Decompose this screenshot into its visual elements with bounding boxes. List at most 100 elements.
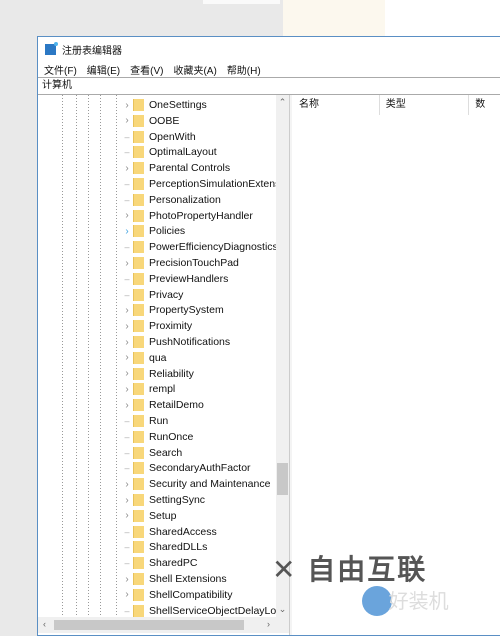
- expand-chevron-icon[interactable]: ›: [121, 352, 133, 363]
- tree-item[interactable]: › Shell Extensions: [121, 571, 227, 587]
- tree-connector: –: [124, 131, 130, 142]
- tree-item[interactable]: – SharedPC: [121, 555, 197, 571]
- tree-connector: –: [124, 447, 130, 458]
- tree-item[interactable]: › Parental Controls: [121, 160, 230, 176]
- expand-chevron-icon[interactable]: ›: [121, 479, 133, 490]
- column-name[interactable]: 名称: [293, 95, 380, 115]
- expand-chevron-icon[interactable]: ›: [121, 210, 133, 221]
- scroll-left-icon[interactable]: ‹: [38, 619, 51, 629]
- expand-chevron-icon[interactable]: ›: [121, 400, 133, 411]
- expand-chevron-icon[interactable]: ›: [121, 589, 133, 600]
- tree-item[interactable]: › Setup: [121, 508, 176, 524]
- tree-item[interactable]: – SharedAccess: [121, 524, 217, 540]
- expand-chevron-icon[interactable]: ›: [121, 226, 133, 237]
- tree-connector: –: [124, 242, 130, 253]
- tree-item[interactable]: › PropertySystem: [121, 302, 224, 318]
- expand-chevron-icon[interactable]: ›: [121, 368, 133, 379]
- watermark-logo: ✕ 自由互联: [272, 554, 428, 585]
- tree-item[interactable]: – Privacy: [121, 287, 183, 303]
- tree-item[interactable]: › Reliability: [121, 366, 194, 382]
- tree-item[interactable]: – PreviewHandlers: [121, 271, 228, 287]
- folder-icon: [133, 383, 144, 396]
- folder-icon: [133, 588, 144, 601]
- folder-icon: [133, 573, 144, 585]
- tree-item-label: Setup: [149, 509, 177, 522]
- scroll-up-icon[interactable]: ⌃: [276, 97, 289, 108]
- expand-chevron-icon[interactable]: ›: [121, 510, 133, 521]
- tree-item[interactable]: – RunOnce: [121, 429, 193, 445]
- expand-chevron-icon[interactable]: ›: [121, 321, 133, 332]
- tree-item-label: PhotoPropertyHandler: [149, 209, 253, 222]
- tree-item[interactable]: – Search: [121, 445, 182, 461]
- expand-chevron-icon[interactable]: ›: [121, 305, 133, 316]
- values-list: 名称 类型 数: [293, 95, 500, 115]
- tree-item[interactable]: › rempl: [121, 381, 175, 397]
- tree-item[interactable]: – Personalization: [121, 192, 221, 208]
- folder-icon: [133, 509, 144, 522]
- tree-item[interactable]: › Policies: [121, 223, 185, 239]
- folder-icon: [133, 320, 144, 333]
- tree-item[interactable]: – PerceptionSimulationExtens: [121, 176, 280, 192]
- expand-chevron-icon[interactable]: ›: [121, 574, 133, 585]
- tree-item-label: SharedAccess: [149, 525, 217, 538]
- tree-connector: –: [124, 179, 130, 189]
- tree-item-label: Run: [149, 415, 169, 427]
- tree-item[interactable]: › PrecisionTouchPad: [121, 255, 239, 271]
- tree-connector: –: [124, 273, 130, 284]
- tree-item-label: PushNotifications: [149, 336, 231, 348]
- tree-item[interactable]: – PowerEfficiencyDiagnostics: [121, 239, 278, 255]
- tree-horizontal-scrollbar[interactable]: ‹ ›: [38, 617, 289, 633]
- tree-item[interactable]: › PushNotifications: [121, 334, 230, 350]
- tree-item[interactable]: – SecondaryAuthFactor: [121, 460, 251, 476]
- tree-connector: –: [124, 542, 130, 553]
- menu-help[interactable]: 帮助(H): [227, 62, 261, 77]
- menu-file[interactable]: 文件(F): [44, 62, 77, 77]
- tree-item[interactable]: › OOBE: [121, 113, 179, 129]
- tree-item-label: Privacy: [149, 288, 184, 301]
- tree-item[interactable]: › SettingSync: [121, 492, 205, 508]
- scroll-thumb[interactable]: [54, 620, 244, 630]
- tree-item-label: Parental Controls: [149, 162, 231, 175]
- tree-item[interactable]: › Proximity: [121, 318, 192, 334]
- address-bar[interactable]: 计算机: [38, 77, 500, 95]
- title-bar: 注册表编辑器: [38, 37, 500, 61]
- tree-item-label: RetailDemo: [149, 399, 204, 412]
- tree-item[interactable]: – OpenWith: [121, 129, 196, 145]
- menu-view[interactable]: 查看(V): [130, 62, 163, 77]
- menu-edit[interactable]: 编辑(E): [87, 62, 120, 77]
- expand-chevron-icon[interactable]: ›: [121, 384, 133, 395]
- tree-item[interactable]: – OptimalLayout: [121, 144, 217, 160]
- folder-icon: [133, 367, 144, 380]
- expand-chevron-icon[interactable]: ›: [121, 115, 133, 126]
- tree-item[interactable]: – SharedDLLs: [121, 539, 207, 555]
- scroll-right-icon[interactable]: ›: [262, 619, 275, 629]
- folder-icon: [133, 225, 144, 238]
- tree-item[interactable]: – Run: [121, 413, 168, 429]
- tree-item-label: SecondaryAuthFactor: [149, 462, 251, 475]
- column-type[interactable]: 类型: [380, 95, 470, 115]
- expand-chevron-icon[interactable]: ›: [121, 337, 133, 348]
- folder-icon: [133, 193, 144, 206]
- folder-icon: [133, 162, 144, 175]
- tree-item[interactable]: › PhotoPropertyHandler: [121, 208, 253, 224]
- scroll-thumb[interactable]: [277, 463, 288, 495]
- tree-item[interactable]: – ShellServiceObjectDelayLoa: [121, 603, 282, 617]
- tree-item[interactable]: › Security and Maintenance: [121, 476, 270, 492]
- tree-item[interactable]: › ShellCompatibility: [121, 587, 232, 603]
- tree-item[interactable]: › RetailDemo: [121, 397, 204, 413]
- folder-icon: [133, 604, 144, 617]
- background-window: [385, 0, 500, 40]
- expand-chevron-icon[interactable]: ›: [121, 163, 133, 174]
- expand-chevron-icon[interactable]: ›: [121, 495, 133, 506]
- column-data[interactable]: 数: [469, 95, 500, 115]
- expand-chevron-icon[interactable]: ›: [121, 100, 133, 111]
- tree-connector: –: [124, 463, 130, 474]
- expand-chevron-icon[interactable]: ›: [121, 258, 133, 269]
- tree-item-label: ShellServiceObjectDelayLoa: [149, 604, 283, 617]
- tree-item[interactable]: › OneSettings: [121, 97, 207, 113]
- folder-icon: [133, 178, 144, 190]
- tree-item[interactable]: › qua: [121, 350, 167, 366]
- menu-favorites[interactable]: 收藏夹(A): [173, 62, 216, 77]
- tree-vertical-scrollbar[interactable]: ⌃ ⌄: [276, 95, 289, 617]
- scroll-down-icon[interactable]: ⌄: [276, 604, 289, 615]
